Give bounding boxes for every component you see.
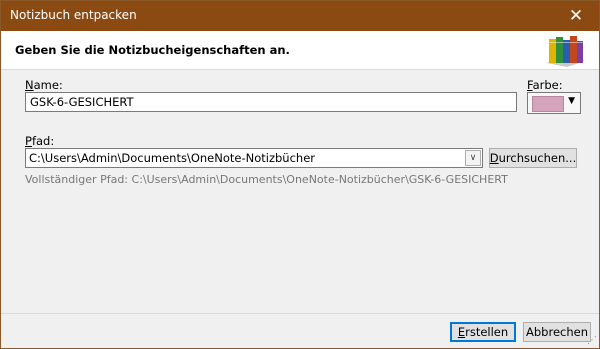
path-value: C:\Users\Admin\Documents\OneNote-Notizbü… [29, 151, 315, 165]
notebooks-icon [547, 36, 585, 67]
instruction-text: Geben Sie die Notizbucheigenschaften an. [15, 43, 290, 57]
color-picker[interactable]: ▼ [527, 92, 581, 114]
browse-button[interactable]: Durchsuchen... [489, 148, 577, 168]
dialog-header: Geben Sie die Notizbucheigenschaften an. [1, 31, 599, 70]
title-bar: Notizbuch entpacken ✕ [1, 1, 599, 31]
dialog-window: Notizbuch entpacken ✕ Geben Sie die Noti… [0, 0, 600, 349]
create-button[interactable]: Erstellen [450, 322, 516, 342]
name-label: Name: [25, 78, 63, 92]
resize-grip-icon[interactable]: ⋰ [587, 335, 597, 346]
chevron-down-icon: ▼ [568, 96, 575, 106]
color-swatch [532, 96, 564, 112]
path-label: Pfad: [25, 134, 55, 148]
cancel-button[interactable]: Abbrechen [523, 322, 591, 342]
path-combobox[interactable]: C:\Users\Admin\Documents\OneNote-Notizbü… [25, 148, 483, 168]
color-label: Farbe: [527, 78, 563, 92]
footer-divider [1, 313, 599, 314]
full-path-text: Vollständiger Pfad: C:\Users\Admin\Docum… [25, 173, 508, 186]
chevron-down-icon[interactable]: ∨ [465, 150, 481, 166]
close-icon[interactable]: ✕ [553, 1, 599, 31]
window-title: Notizbuch entpacken [10, 8, 137, 22]
name-input[interactable]: GSK-6-GESICHERT [25, 92, 517, 112]
